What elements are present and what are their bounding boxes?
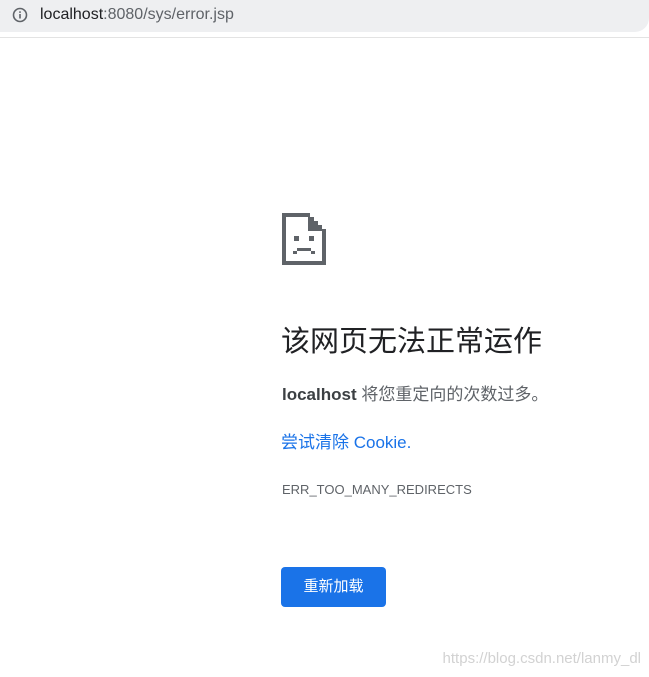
info-icon[interactable] — [12, 7, 28, 23]
error-headline: 该网页无法正常运作 — [281, 326, 543, 358]
error-code: ERR_TOO_MANY_REDIRECTS — [282, 482, 472, 497]
url-text[interactable]: localhost:8080/sys/error.jsp — [40, 5, 234, 25]
watermark: https://blog.csdn.net/lanmy_dl — [442, 650, 641, 667]
error-summary-host: localhost — [282, 385, 357, 404]
clear-cookies-link[interactable]: 尝试清除 Cookie. — [281, 431, 411, 455]
url-path: :8080/sys/error.jsp — [103, 6, 234, 23]
url-host: localhost — [40, 6, 104, 23]
error-summary: localhost 将您重定向的次数过多。 — [282, 383, 548, 407]
browser-page: localhost:8080/sys/error.jsp 该网页无法正常运作 l… — [0, 0, 649, 677]
sad-page-icon — [282, 213, 326, 265]
error-summary-text: 将您重定向的次数过多。 — [356, 385, 549, 404]
address-bar[interactable]: localhost:8080/sys/error.jsp — [0, 0, 649, 32]
toolbar-divider — [0, 37, 649, 38]
reload-button[interactable]: 重新加载 — [281, 567, 386, 607]
